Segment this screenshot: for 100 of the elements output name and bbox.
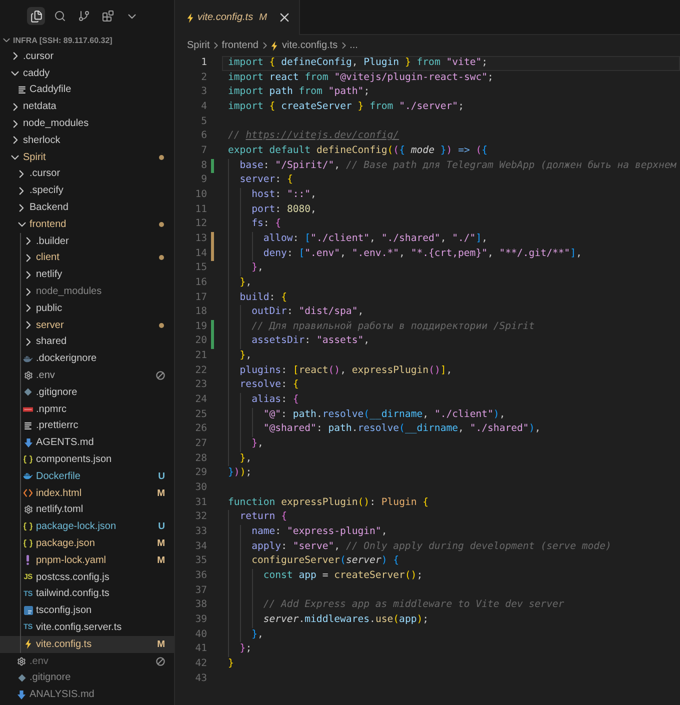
- folder-item[interactable]: shared: [0, 334, 174, 350]
- code-line: assetsDir: "assets",: [252, 334, 370, 348]
- line-number: 32: [195, 510, 207, 524]
- folder-item[interactable]: netlify: [0, 266, 174, 284]
- file-item[interactable]: package.json M: [0, 535, 174, 552]
- file-item[interactable]: pnpm-lock.yaml M: [0, 552, 174, 569]
- line-number: 33: [195, 525, 207, 539]
- line-number: 41: [195, 642, 207, 656]
- folder-item[interactable]: .specify: [0, 182, 174, 200]
- breadcrumb-item[interactable]: frontend: [222, 40, 258, 51]
- git-status-letter: M: [259, 12, 268, 23]
- line-number: 5: [201, 114, 207, 129]
- code-line: port: 8080,: [252, 202, 316, 217]
- file-item[interactable]: package-lock.json U: [0, 518, 174, 536]
- folder-item[interactable]: .cursor: [0, 48, 174, 65]
- folder-item[interactable]: server: [0, 316, 174, 334]
- line-number: 2: [201, 70, 207, 85]
- code-line: alias: {: [252, 393, 299, 408]
- line-number: 43: [195, 672, 207, 686]
- close-tab-button[interactable]: [278, 11, 292, 24]
- code-line: resolve: {: [240, 378, 299, 392]
- line-number: 8: [201, 158, 207, 173]
- line-number: 10: [195, 188, 207, 202]
- whale-icon: [23, 472, 33, 480]
- code-line: import path from "path";: [228, 85, 370, 100]
- code-line: outDir: "dist/spa",: [252, 305, 364, 320]
- line-number: 29: [195, 466, 207, 480]
- folder-item[interactable]: .builder: [0, 232, 174, 250]
- breadcrumb-item[interactable]: vite.config.ts: [270, 40, 338, 51]
- file-item[interactable]: .gitignore: [0, 384, 174, 401]
- file-item[interactable]: .gitignore: [0, 669, 174, 686]
- folder-item[interactable]: node_modules: [0, 283, 174, 300]
- folder-item[interactable]: netdata: [0, 98, 174, 116]
- code-line: apply: "serve", // Only apply during development (serve mode): [252, 540, 612, 554]
- git-status-letter: U: [158, 470, 165, 482]
- folder-item[interactable]: Spirit: [0, 148, 174, 166]
- file-item[interactable]: .env: [0, 367, 174, 384]
- folder-item[interactable]: sherlock: [0, 132, 174, 149]
- folder-item[interactable]: node_modules: [0, 115, 174, 132]
- code-line: },: [252, 261, 264, 276]
- line-number: 34: [195, 540, 207, 554]
- code-line: // Add Express app as middleware to Vite dev server: [263, 598, 564, 612]
- file-item[interactable]: index.html M: [0, 484, 174, 502]
- code-line: import react from "@vitejs/plugin-react-swc";: [228, 70, 494, 85]
- line-number: 25: [195, 408, 207, 422]
- code-line: "@": path.resolve(__dirname, "./client"),: [263, 408, 506, 422]
- file-item[interactable]: ANALYSIS.md: [0, 686, 174, 704]
- gear-icon: [24, 371, 32, 380]
- lightning-icon: [24, 639, 32, 650]
- folder-item[interactable]: caddy: [0, 64, 174, 82]
- file-item[interactable]: Caddyfile: [0, 82, 174, 98]
- code-line: export default defineConfig(({ mode }) => ({: [228, 144, 488, 158]
- down-arrow-icon: [24, 438, 32, 448]
- lightning-icon: [187, 12, 194, 22]
- file-item[interactable]: .dockerignore: [0, 350, 174, 368]
- file-item[interactable]: components.json: [0, 451, 174, 468]
- code-line: }));: [228, 466, 252, 480]
- explorer-section-header[interactable]: INFRA [SSH: 89.117.60.32]: [0, 32, 112, 48]
- file-item[interactable]: netlify.toml: [0, 502, 174, 518]
- breadcrumb-item[interactable]: ...: [350, 40, 358, 51]
- line-number: 15: [195, 261, 207, 276]
- code-line: build: {: [240, 290, 287, 304]
- folder-item[interactable]: .cursor: [0, 166, 174, 182]
- explorer-button[interactable]: [27, 7, 45, 25]
- file-item[interactable]: .npmrc: [0, 400, 174, 418]
- file-item[interactable]: tsconfig.json: [0, 602, 174, 620]
- code-line: name: "express-plugin",: [252, 525, 388, 539]
- code-line: import { defineConfig, Plugin } from "vite";: [228, 56, 488, 70]
- breadcrumb-item[interactable]: Spirit: [187, 40, 210, 51]
- folder-item[interactable]: frontend: [0, 216, 174, 233]
- line-number: 40: [195, 628, 207, 642]
- line-number: 23: [195, 378, 207, 392]
- close-icon: [280, 13, 290, 22]
- folder-item[interactable]: client: [0, 250, 174, 266]
- code-line: "@shared": path.resolve(__dirname, "./shared"),: [263, 422, 541, 436]
- file-item[interactable]: .prettierrc: [0, 418, 174, 434]
- folder-item[interactable]: public: [0, 300, 174, 317]
- line-number: 16: [195, 276, 207, 290]
- file-item[interactable]: .env: [0, 652, 174, 670]
- folder-item[interactable]: Backend: [0, 199, 174, 216]
- tile-icon: [24, 606, 32, 616]
- line-number: 30: [195, 481, 207, 496]
- code-line: };: [240, 642, 252, 656]
- file-item[interactable]: AGENTS.md: [0, 434, 174, 452]
- chevron-right-icon: [214, 42, 218, 49]
- lightning-icon: [270, 40, 277, 50]
- line-number: 24: [195, 393, 207, 408]
- line-number: 14: [195, 246, 207, 261]
- exclamation-icon: [26, 555, 30, 566]
- code-line: function expressPlugin(): Plugin {: [228, 496, 429, 510]
- extensions-icon: [102, 10, 114, 22]
- line-number: 6: [201, 129, 207, 144]
- code-line: },: [252, 437, 264, 452]
- file-item[interactable]: Dockerfile U: [0, 468, 174, 485]
- line-number: 20: [195, 334, 207, 348]
- file-item[interactable]: vite.config.ts M: [0, 636, 174, 653]
- editor-tab[interactable]: vite.config.ts M: [175, 0, 300, 35]
- git-status-letter: M: [157, 488, 165, 499]
- code-line: import { createServer } from "./server";: [228, 100, 464, 114]
- code-line: },: [240, 452, 252, 466]
